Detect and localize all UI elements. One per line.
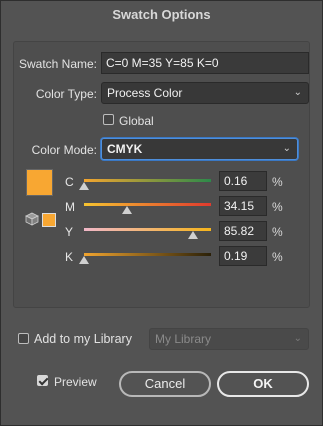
- channel-label-c: C: [65, 175, 74, 189]
- add-to-library-label: Add to my Library: [34, 332, 132, 346]
- color-type-value: Process Color: [107, 86, 183, 100]
- swatch-preview: [26, 169, 53, 196]
- channel-label-m: M: [65, 200, 75, 214]
- preview-checkbox[interactable]: [37, 375, 48, 386]
- chevron-down-icon: ⌄: [293, 333, 302, 344]
- ok-button[interactable]: OK: [217, 371, 309, 397]
- channel-unit-k: %: [272, 250, 283, 264]
- channel-label-k: K: [65, 250, 74, 264]
- channel-value-k[interactable]: 0.19: [219, 246, 267, 266]
- magenta-slider-thumb[interactable]: [122, 206, 133, 214]
- chevron-down-icon: ⌄: [293, 87, 302, 98]
- channel-unit-y: %: [272, 225, 283, 239]
- black-slider-thumb[interactable]: [79, 256, 90, 264]
- black-slider-track[interactable]: [84, 253, 211, 256]
- yellow-slider-thumb[interactable]: [187, 231, 198, 239]
- preview-label: Preview: [54, 375, 97, 389]
- gamut-swatch[interactable]: [42, 213, 56, 227]
- channel-value-m[interactable]: 34.15: [219, 196, 267, 216]
- magenta-slider-track[interactable]: [84, 203, 211, 206]
- add-to-library-checkbox[interactable]: [18, 333, 29, 344]
- color-mode-label: Color Mode:: [31, 143, 97, 157]
- out-of-gamut-cube-icon[interactable]: [25, 212, 39, 226]
- swatch-name-input[interactable]: C=0 M=35 Y=85 K=0: [101, 52, 309, 74]
- channel-value-y[interactable]: 85.82: [219, 221, 267, 241]
- color-mode-value: CMYK: [107, 142, 143, 156]
- color-mode-select[interactable]: CMYK ⌄: [101, 138, 298, 160]
- color-type-select[interactable]: Process Color ⌄: [101, 82, 309, 104]
- dialog-title: Swatch Options: [112, 7, 211, 22]
- cyan-slider-track[interactable]: [84, 179, 211, 182]
- channel-unit-m: %: [272, 200, 283, 214]
- library-select-value: My Library: [155, 332, 212, 346]
- channel-label-y: Y: [65, 225, 74, 239]
- swatch-options-dialog: Swatch Options Swatch Name: C=0 M=35 Y=8…: [0, 0, 323, 426]
- cyan-slider-thumb[interactable]: [79, 182, 90, 190]
- color-type-label: Color Type:: [35, 87, 97, 101]
- channel-value-c[interactable]: 0.16: [219, 171, 267, 191]
- global-checkbox[interactable]: [103, 114, 114, 125]
- channel-unit-c: %: [272, 175, 283, 189]
- cancel-button[interactable]: Cancel: [119, 371, 211, 397]
- swatch-name-label: Swatch Name:: [18, 57, 97, 71]
- global-label: Global: [119, 114, 154, 128]
- library-select[interactable]: My Library ⌄: [149, 328, 309, 350]
- chevron-down-icon: ⌄: [282, 143, 291, 154]
